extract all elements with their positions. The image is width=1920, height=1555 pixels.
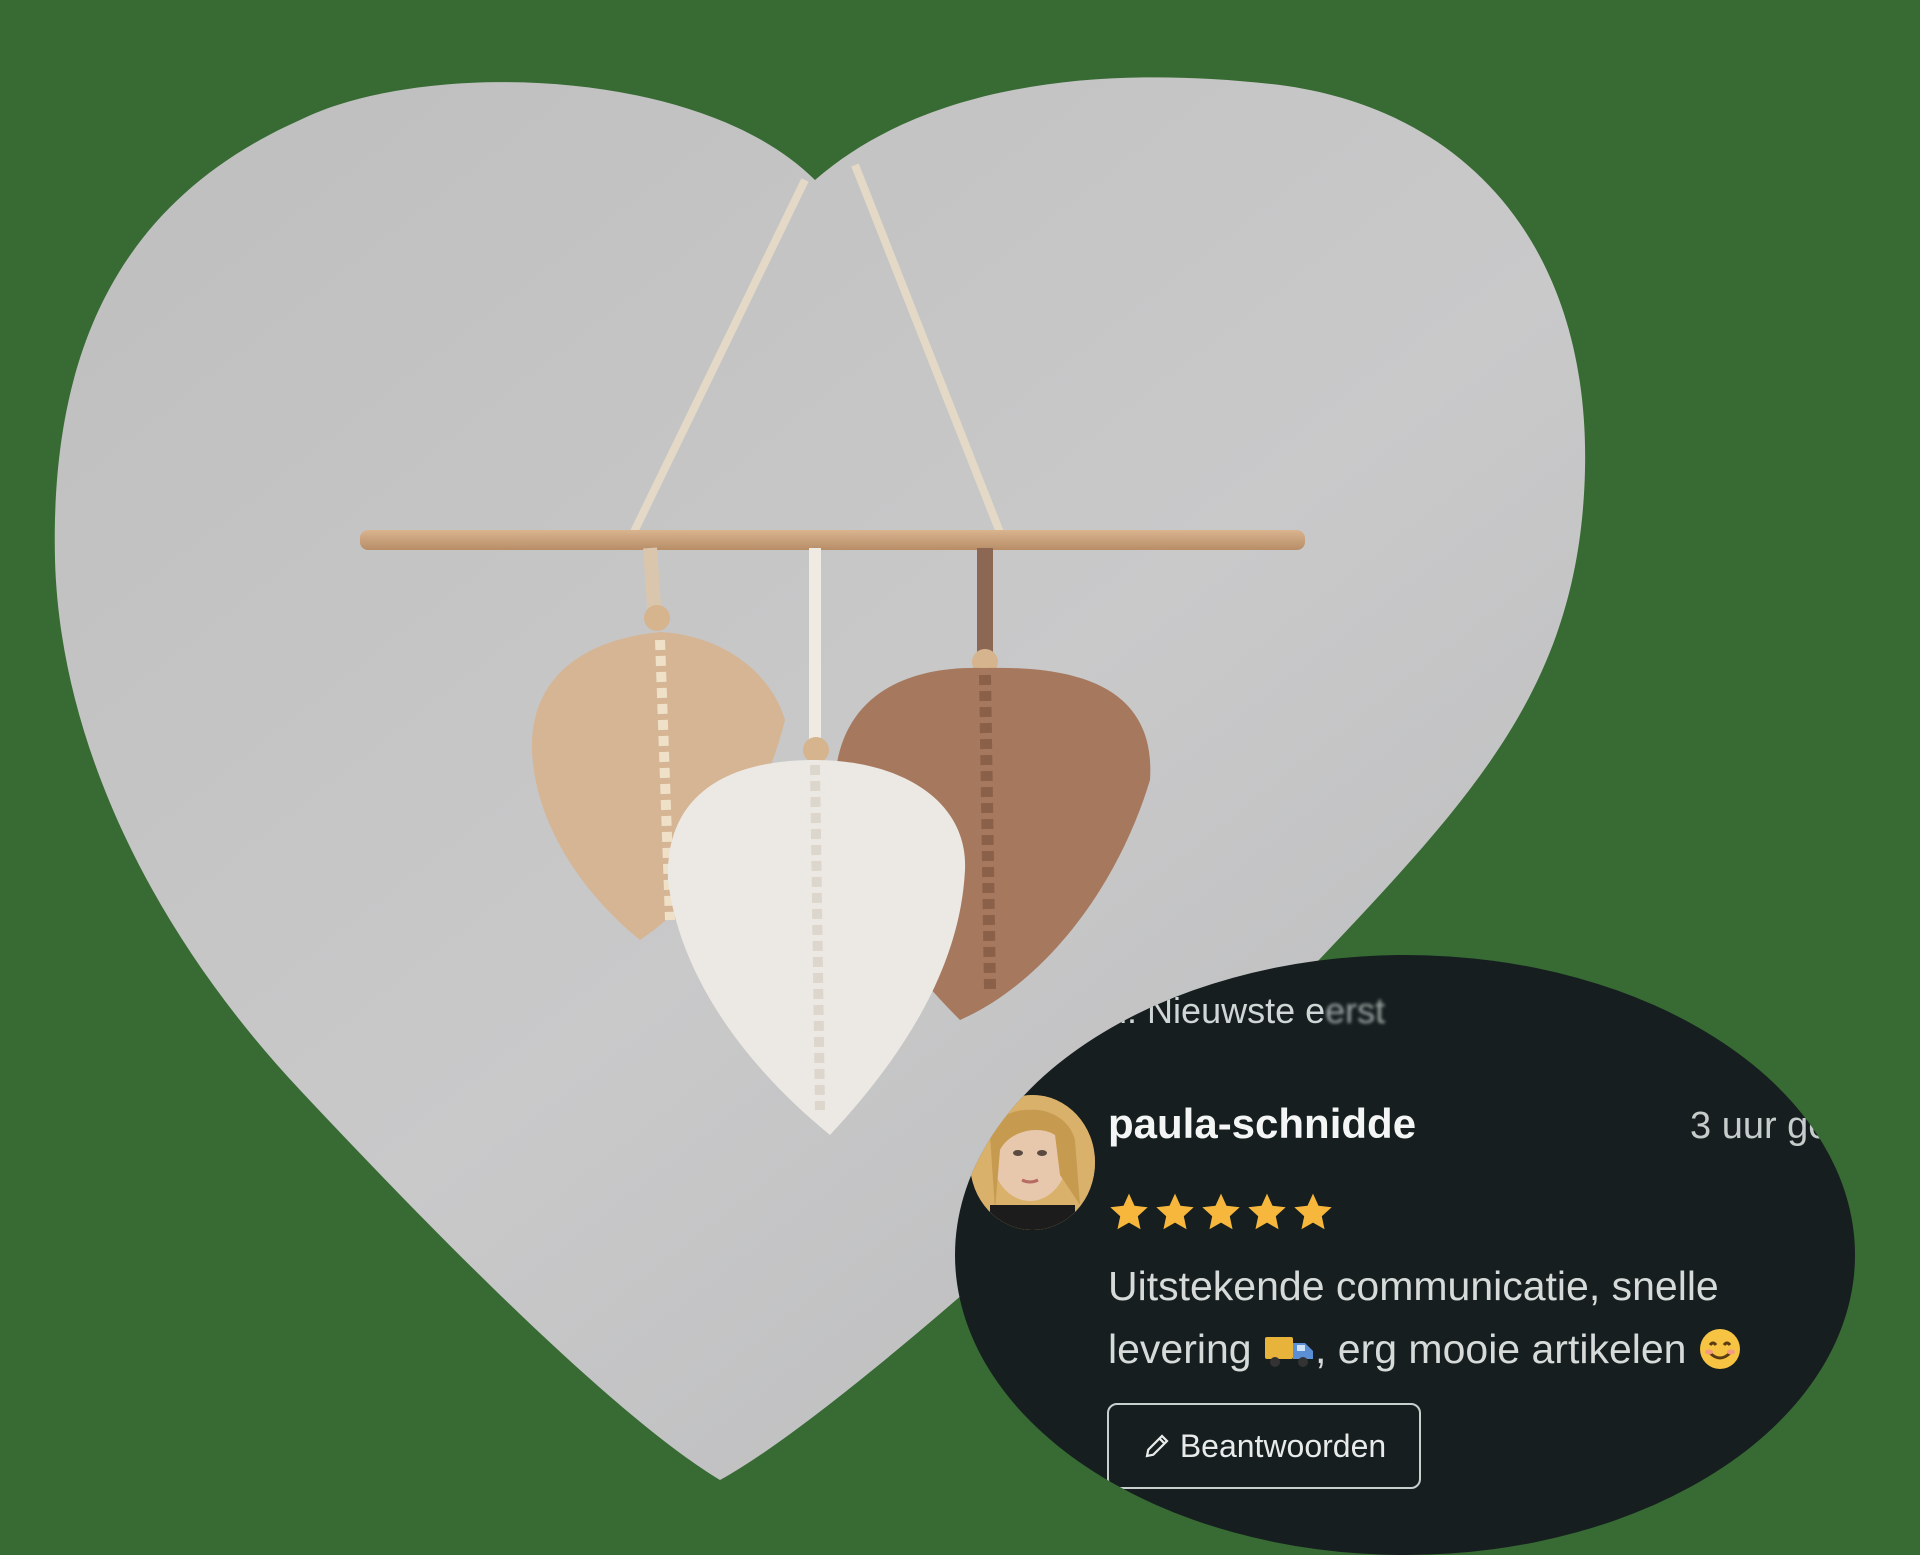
smiling-face-icon — [1698, 1326, 1742, 1389]
avatar-image — [970, 1095, 1095, 1230]
review-card: eerd: Nieuwste eerst paula-schnidde 3 uu… — [955, 955, 1855, 1555]
rating-stars — [1107, 1190, 1335, 1234]
review-time: 3 uur ge — [1690, 1105, 1830, 1147]
delivery-truck-icon — [1263, 1326, 1315, 1389]
pencil-icon — [1145, 1434, 1169, 1458]
star-icon — [1248, 1193, 1286, 1230]
sort-order-text-faded: erst — [1325, 990, 1386, 1031]
review-text-line2-end: , erg mooie artikelen — [1315, 1326, 1687, 1372]
reviewer-name[interactable]: paula-schnidde — [1108, 1100, 1416, 1148]
review-text: Uitstekende communicatie, snelle leverin… — [1108, 1255, 1828, 1389]
sort-order-text: eerd: Nieuwste e — [1055, 990, 1326, 1031]
star-icon — [1110, 1193, 1148, 1230]
star-icon — [1294, 1193, 1332, 1230]
avatar[interactable] — [970, 1095, 1095, 1230]
sort-order-label[interactable]: eerd: Nieuwste eerst — [1055, 990, 1385, 1032]
star-icon — [1202, 1193, 1240, 1230]
star-icon — [1156, 1193, 1194, 1230]
review-text-line2-start: levering — [1108, 1326, 1252, 1372]
review-text-line1: Uitstekende communicatie, snelle — [1108, 1263, 1719, 1309]
reply-label: Beantwoorden — [1179, 1427, 1387, 1464]
reply-button[interactable]: Beantwoorden — [1107, 1403, 1421, 1489]
